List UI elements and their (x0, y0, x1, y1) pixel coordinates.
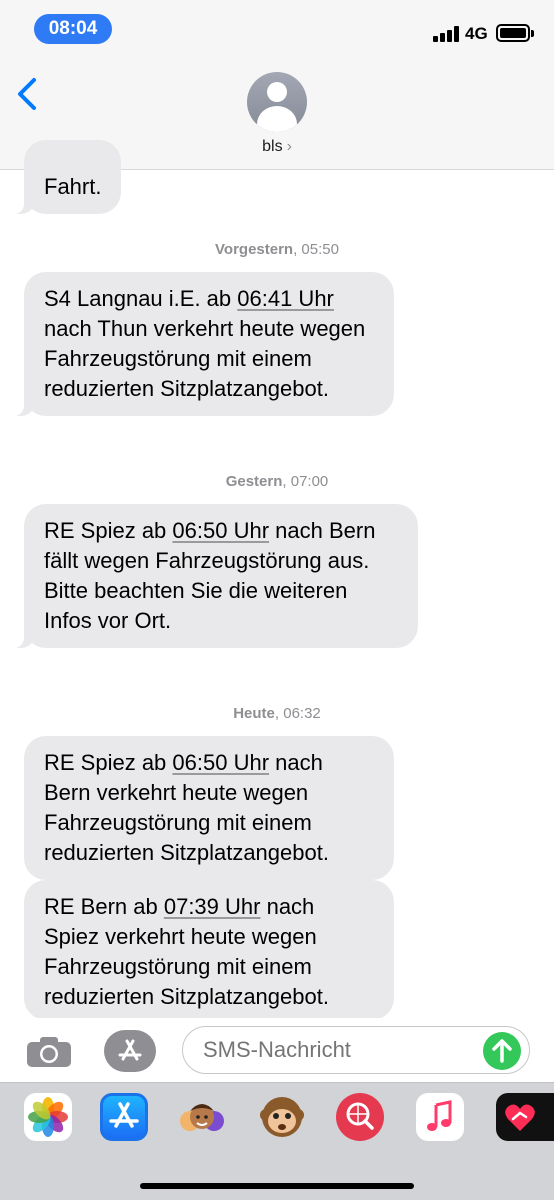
time-link[interactable]: 06:41 Uhr (237, 286, 334, 311)
message-bubble[interactable]: S4 Langnau i.E. ab 06:41 Uhr nach Thun v… (9, 272, 394, 416)
time-link[interactable]: 06:50 Uhr (172, 518, 269, 543)
timestamp: Heute, 06:32 (233, 705, 321, 722)
search-images-icon[interactable] (336, 1093, 384, 1141)
time-link[interactable]: 07:39 Uhr (164, 894, 261, 919)
message-text: Fahrt. (44, 174, 102, 199)
timestamp: Gestern, 07:00 (225, 473, 329, 490)
status-bar: 08:04 4G (0, 0, 554, 60)
compose-bar (0, 1018, 554, 1082)
contact-avatar[interactable] (247, 72, 307, 132)
message-text: RE Spiez ab 06:50 Uhr nach Bern verkehrt… (44, 750, 329, 865)
battery-icon (496, 24, 534, 42)
timestamp: Vorgestern, 05:50 (215, 241, 339, 258)
message-text: RE Bern ab 07:39 Uhr nach Spiez verkehrt… (44, 894, 329, 1009)
message-input[interactable] (182, 1026, 530, 1074)
memoji-icon[interactable] (178, 1093, 226, 1141)
message-text: S4 Langnau i.E. ab 06:41 Uhr nach Thun v… (44, 286, 366, 401)
time-link[interactable]: 06:50 Uhr (172, 750, 269, 775)
camera-icon[interactable] (26, 1036, 72, 1068)
photos-icon[interactable] (24, 1093, 72, 1141)
chevron-right-icon: › (286, 138, 292, 155)
music-icon[interactable] (416, 1093, 464, 1141)
home-indicator[interactable] (140, 1183, 414, 1189)
back-chevron-icon[interactable] (14, 74, 44, 114)
appstore-icon[interactable] (104, 1030, 156, 1072)
message-text: RE Spiez ab 06:50 Uhr nach Bern fällt we… (44, 518, 376, 633)
message-bubble[interactable]: RE Spiez ab 06:50 Uhr nach Bern verkehrt… (24, 736, 394, 880)
message-bubble[interactable]: Fahrt. (9, 140, 122, 214)
digital-touch-icon[interactable] (496, 1093, 554, 1141)
message-bubble[interactable]: RE Spiez ab 06:50 Uhr nach Bern fällt we… (9, 504, 418, 648)
app-drawer (0, 1082, 554, 1200)
send-arrow-up-icon[interactable] (483, 1032, 521, 1070)
network-type: 4G (465, 24, 488, 43)
appstore-icon[interactable] (100, 1093, 148, 1141)
animoji-icon[interactable] (258, 1093, 306, 1141)
status-time[interactable]: 08:04 (34, 14, 112, 44)
cellular-signal-icon (433, 26, 461, 42)
message-bubble[interactable]: RE Bern ab 07:39 Uhr nach Spiez verkehrt… (24, 880, 394, 1020)
contact-name: bls (262, 138, 283, 155)
